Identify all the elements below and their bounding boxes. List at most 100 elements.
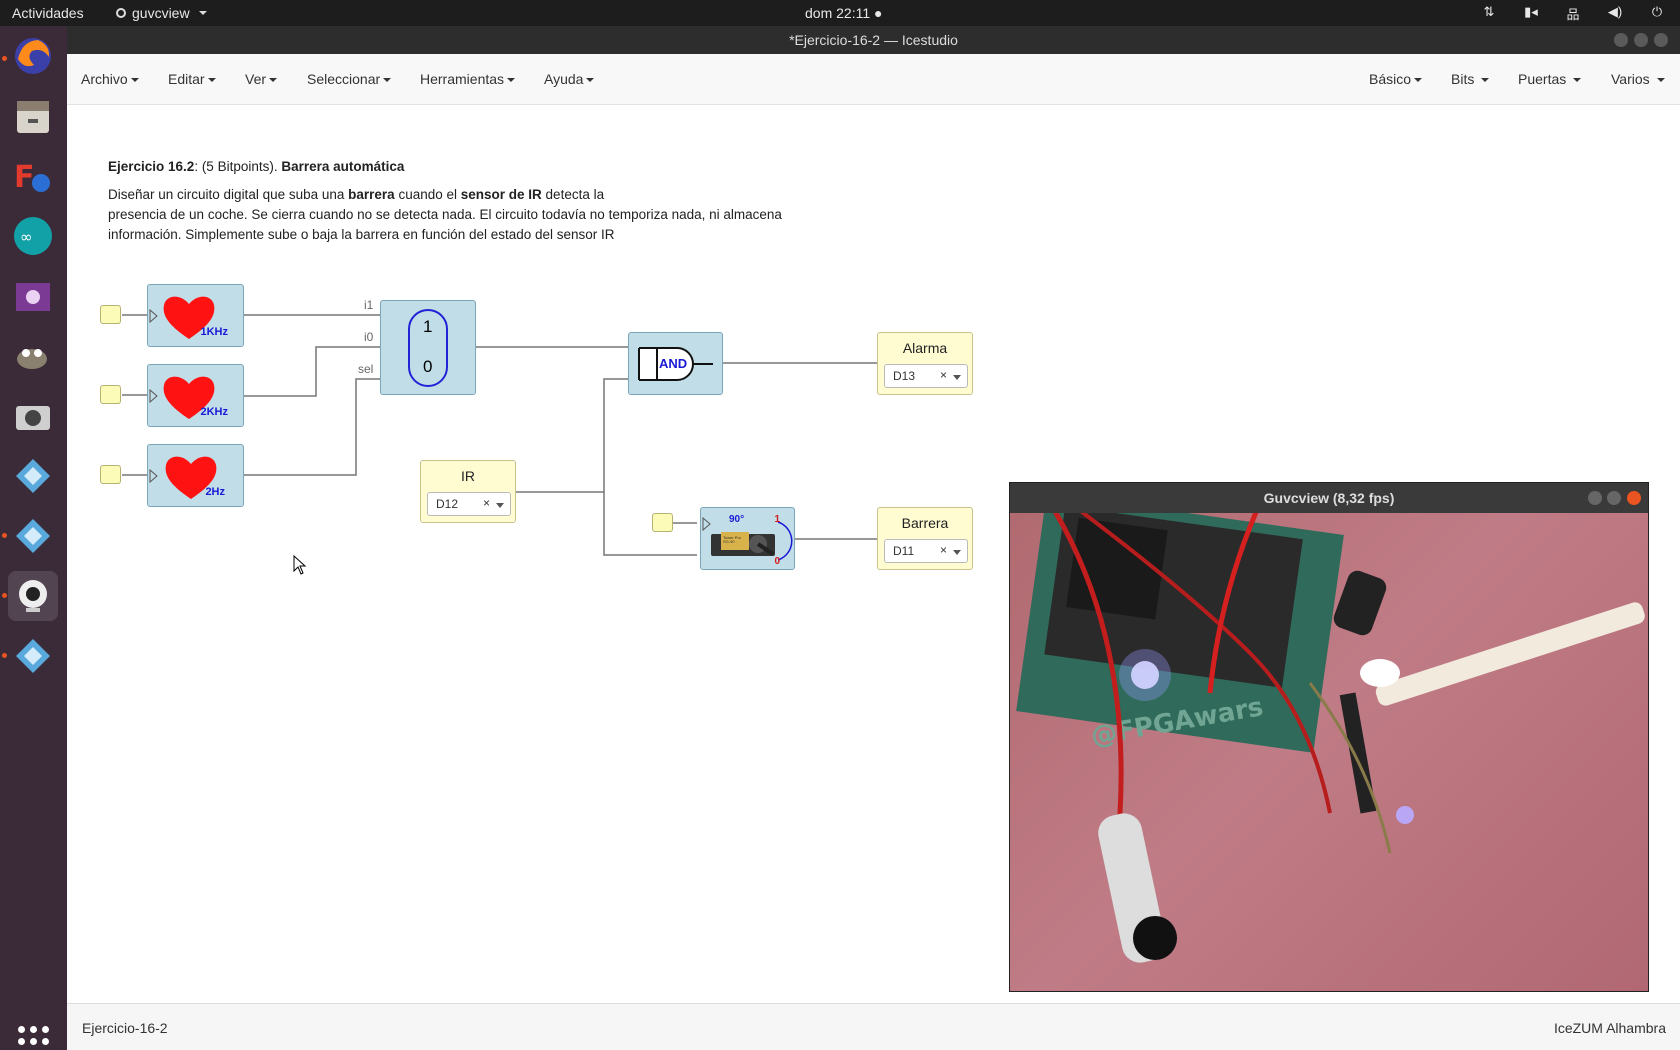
icestudio-icon[interactable] [8, 631, 58, 681]
and-gate-label: AND [659, 356, 688, 371]
pin-select[interactable]: D12 × [427, 492, 511, 516]
svg-text:F: F [14, 160, 35, 195]
multiplexer-block[interactable]: 1 0 [380, 300, 476, 395]
caret-down-icon [1656, 78, 1665, 83]
gimp-icon[interactable] [8, 331, 58, 381]
pin-select[interactable]: D11 × [884, 539, 968, 563]
menu-seleccionar[interactable]: Seleccionar [307, 71, 392, 87]
menu-label: Editar [168, 71, 205, 87]
clear-icon[interactable]: × [940, 543, 947, 557]
menu-editar[interactable]: Editar [168, 71, 216, 87]
power-icon[interactable]: ⏻ [1648, 4, 1666, 23]
servo-high-label: 1 [774, 514, 780, 525]
clear-icon[interactable]: × [940, 368, 947, 382]
caret-down-icon [383, 78, 392, 83]
guvcview-window[interactable]: Guvcview (8,32 fps) @FPGAwars [1009, 482, 1649, 992]
chevron-down-icon [198, 11, 207, 15]
menu-varios[interactable]: Varios [1611, 71, 1665, 87]
pushbutton-input[interactable] [100, 465, 121, 484]
pushbutton-input[interactable] [100, 385, 121, 404]
input-block-ir[interactable]: IR D12 × [420, 460, 516, 523]
files-icon[interactable] [8, 91, 58, 141]
guvcview-icon[interactable] [8, 571, 58, 621]
servo-block[interactable]: 90° 1 0 Tower Pro SG-90 [700, 507, 795, 570]
pushbutton-input[interactable] [652, 513, 673, 532]
firefox-icon[interactable] [8, 31, 58, 81]
running-indicator [2, 653, 7, 658]
clear-icon[interactable]: × [483, 496, 490, 510]
dropdown-arrow-icon[interactable] [496, 503, 504, 508]
port-label-i0: i0 [364, 330, 374, 344]
system-tray[interactable]: ⇅ ▮◂ 品 ◀) ⏻ [1480, 4, 1666, 23]
clock-frequency-label: 2Hz [205, 486, 225, 498]
input-label: IR [461, 468, 475, 484]
pin-select[interactable]: D13 × [884, 364, 968, 388]
menu-bits[interactable]: Bits [1451, 71, 1490, 87]
camera-indicator-icon[interactable]: ▮◂ [1522, 4, 1540, 23]
network-icon[interactable]: 品 [1564, 4, 1582, 23]
menu-archivo[interactable]: Archivo [81, 71, 139, 87]
caret-down-icon [1481, 78, 1490, 83]
menu-puertas[interactable]: Puertas [1518, 71, 1582, 87]
dropdown-arrow-icon[interactable] [953, 375, 961, 380]
clock-frequency-label: 2KHz [200, 406, 228, 418]
app-menu-icon [116, 8, 126, 18]
output-label: Alarma [902, 340, 948, 356]
menu-label: Básico [1369, 71, 1412, 87]
pin-value: D12 [436, 497, 459, 511]
maximize-icon[interactable] [1634, 33, 1648, 47]
caret-down-icon [130, 78, 139, 83]
mux-input-1-label: 1 [423, 317, 433, 336]
activities-button[interactable]: Actividades [12, 5, 84, 21]
port-label-i1: i1 [364, 298, 374, 312]
output-block-alarma[interactable]: Alarma D13 × [877, 332, 973, 395]
dropdown-arrow-icon[interactable] [953, 550, 961, 555]
board-name[interactable]: IceZUM Alhambra [1554, 1020, 1666, 1036]
camera-feed: @FPGAwars [1010, 513, 1648, 991]
menu-label: Herramientas [420, 71, 505, 87]
app-menu[interactable]: guvcview [116, 5, 207, 21]
clock-frequency-label: 1KHz [200, 326, 228, 338]
output-label: Barrera [901, 515, 949, 531]
wire [516, 378, 628, 493]
mouse-cursor-icon [293, 555, 307, 575]
heart-clock-block[interactable]: 2Hz [147, 444, 244, 507]
menu-label: Ayuda [544, 71, 584, 87]
pushbutton-input[interactable] [100, 305, 121, 324]
close-icon[interactable] [1654, 33, 1668, 47]
output-block-barrera[interactable]: Barrera D11 × [877, 507, 973, 570]
volume-icon[interactable]: ◀) [1606, 4, 1624, 23]
menu-basico[interactable]: Básico [1369, 71, 1423, 87]
status-bar: Ejercicio-16-2 IceZUM Alhambra [67, 1003, 1680, 1050]
menu-label: Varios [1611, 71, 1650, 87]
icestudio-icon[interactable] [8, 511, 58, 561]
video-editor-icon[interactable] [8, 271, 58, 321]
minimize-icon[interactable] [1588, 491, 1602, 505]
heart-clock-block[interactable]: 1KHz [147, 284, 244, 347]
and-gate-block[interactable]: AND [628, 332, 723, 395]
guvcview-title-bar[interactable]: Guvcview (8,32 fps) [1010, 483, 1648, 513]
close-icon[interactable] [1627, 491, 1641, 505]
menu-ver[interactable]: Ver [245, 71, 278, 87]
maximize-icon[interactable] [1607, 491, 1621, 505]
app-menu-label: guvcview [132, 5, 190, 21]
minimize-icon[interactable] [1614, 33, 1628, 47]
pin-value: D13 [893, 369, 916, 383]
arduino-icon[interactable]: ∞ [8, 211, 58, 261]
menu-label: Puertas [1518, 71, 1567, 87]
heart-clock-block[interactable]: 2KHz [147, 364, 244, 427]
icestudio-icon[interactable] [8, 451, 58, 501]
servo-brand-label: Tower Pro SG-90 [723, 535, 742, 544]
camera-image: @FPGAwars [1016, 513, 1645, 963]
transfer-icon[interactable]: ⇅ [1480, 4, 1498, 23]
running-indicator [2, 56, 7, 61]
menu-ayuda[interactable]: Ayuda [544, 71, 595, 87]
menu-herramientas[interactable]: Herramientas [420, 71, 516, 87]
freecad-icon[interactable]: F [8, 151, 58, 201]
pin-value: D11 [893, 544, 915, 558]
show-applications-icon[interactable] [18, 1026, 49, 1050]
camera-app-icon[interactable] [8, 391, 58, 441]
caret-down-icon [1414, 78, 1423, 83]
clock[interactable]: dom 22:11 ● [805, 5, 882, 21]
caret-down-icon [586, 78, 595, 83]
